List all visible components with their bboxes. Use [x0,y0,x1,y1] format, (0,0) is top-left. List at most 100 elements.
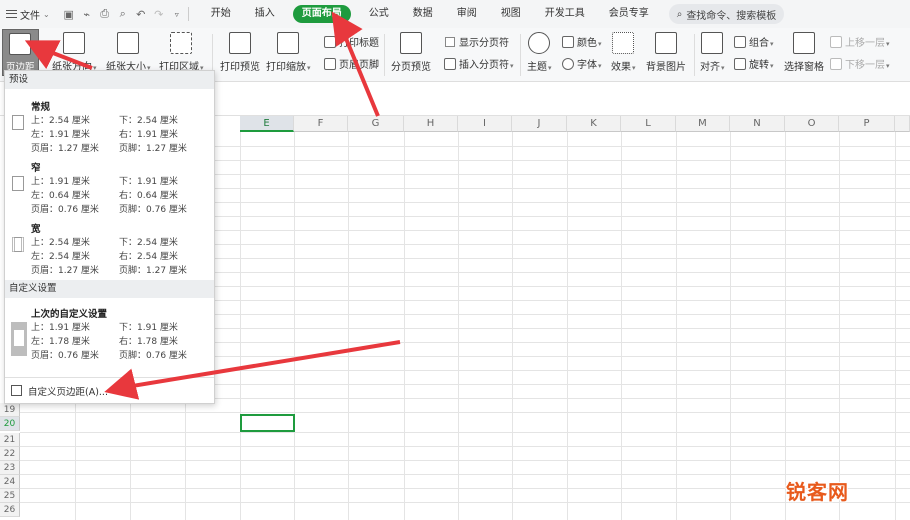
send-backward-button[interactable]: 下移一层 [830,56,890,71]
column-header-i[interactable]: I [458,116,512,132]
margin-left-value: 左：2.54 厘米 [31,252,90,262]
gridline [404,132,405,520]
ribbon-divider [384,34,385,76]
column-header-o[interactable]: O [785,116,839,132]
margin-footer-value: 页脚：0.76 厘米 [119,205,187,215]
row-header-24[interactable]: 24 [0,475,20,489]
send-backward-label: 下移一层 [845,56,890,71]
column-header-l[interactable]: L [621,116,676,132]
margin-right-value: 右：1.78 厘米 [119,337,178,347]
active-cell[interactable] [240,414,295,432]
insert-page-break-button[interactable]: 插入分页符 [444,56,514,71]
selection-pane-label: 选择窗格 [784,62,824,73]
custom-setting-name: 上次的自定义设置 [31,309,108,320]
align-button[interactable]: 对齐 [700,32,725,73]
row-header-26[interactable]: 26 [0,503,20,517]
search-icon: ⌕ [676,8,683,20]
row-header-21[interactable]: 21 [0,433,20,447]
header-footer-label: 页眉页脚 [339,60,379,71]
column-header-extra[interactable] [895,116,910,132]
row-header-23[interactable]: 23 [0,461,20,475]
print-icon[interactable]: ⎙ [98,7,112,21]
last-custom-setting[interactable]: 上次的自定义设置 上：1.91 厘米 下：1.91 厘米 左：1.78 厘米 右… [5,306,214,364]
column-header-k[interactable]: K [567,116,621,132]
tab-view[interactable]: 视图 [489,0,533,28]
preset-normal[interactable]: 常规 上：2.54 厘米 下：2.54 厘米 左：1.91 厘米 右：1.91 … [5,97,214,154]
print-scale-icon [277,32,300,54]
gridline [20,412,910,413]
fonts-button[interactable]: 字体 [562,56,602,71]
format-painter-icon[interactable]: ⌁ [80,8,94,21]
margin-footer-value: 页脚：0.76 厘米 [119,351,187,361]
page-break-preview-button[interactable]: 分页预览 [391,32,431,73]
effects-label: 效果 [611,58,636,73]
row-header-19[interactable]: 19 [0,403,20,417]
print-area-button[interactable]: 打印区域 [159,32,204,73]
bring-forward-button[interactable]: 上移一层 [830,34,890,49]
tab-insert[interactable]: 插入 [243,0,287,28]
orientation-button[interactable]: 纸张方向 [52,32,97,73]
column-header-f[interactable]: F [294,116,348,132]
tab-data[interactable]: 数据 [401,0,445,28]
tab-page-layout[interactable]: 页面布局 [292,5,351,23]
show-page-breaks-checkbox[interactable]: 显示分页符 [445,34,509,49]
custom-margins-menu-item[interactable]: 自定义页边距(A)... [5,377,214,403]
tab-formulas[interactable]: 公式 [357,0,401,28]
margin-right-value: 右：1.91 厘米 [119,130,178,140]
print-preview-icon[interactable]: ⌕ [116,7,130,21]
column-header-n[interactable]: N [730,116,785,132]
background-image-button[interactable]: 背景图片 [646,32,686,73]
rotate-label: 旋转 [749,56,774,71]
customize-toolbar-icon[interactable]: ▿ [170,10,184,19]
gridline [20,446,910,447]
paper-size-button[interactable]: 纸张大小 [106,32,151,73]
row-header-22[interactable]: 22 [0,447,20,461]
rotate-button[interactable]: 旋转 [734,56,774,71]
save-icon[interactable]: ▣ [62,8,76,21]
preset-wide[interactable]: 宽 上：2.54 厘米 下：2.54 厘米 左：2.54 厘米 右：2.54 厘… [5,219,214,276]
tab-review[interactable]: 审阅 [445,0,489,28]
print-titles-button[interactable]: 打印标题 [324,34,379,49]
column-header-m[interactable]: M [676,116,730,132]
row-header-20[interactable]: 20 [0,417,20,431]
search-placeholder: 查找命令、搜索模板 [686,10,777,22]
column-header-p[interactable]: P [839,116,895,132]
margin-right-value: 右：2.54 厘米 [119,252,178,262]
column-header-e[interactable]: E [240,116,294,132]
tab-developer[interactable]: 开发工具 [533,0,597,28]
margin-header-value: 页眉：1.27 厘米 [31,144,99,154]
tab-member[interactable]: 会员专享 [597,0,661,28]
gridline [294,132,295,520]
orientation-icon [63,32,86,54]
preset-narrow[interactable]: 窄 上：1.91 厘米 下：1.91 厘米 左：0.64 厘米 右：0.64 厘… [5,158,214,215]
preset-name: 常规 [31,102,51,113]
file-menu-button[interactable]: 文件 ⌄ [0,0,56,28]
group-button[interactable]: 组合 [734,34,774,49]
custom-section-header: 自定义设置 [5,280,214,298]
margins-button[interactable]: 页边距 [2,29,39,76]
print-scale-label: 打印缩放 [266,58,311,73]
margin-header-value: 页眉：0.76 厘米 [31,205,99,215]
print-scale-button[interactable]: 打印缩放 [266,32,311,73]
row-header-25[interactable]: 25 [0,489,20,503]
effects-button[interactable]: 效果 [611,32,636,73]
show-page-breaks-label: 显示分页符 [459,38,509,49]
search-box[interactable]: ⌕ 查找命令、搜索模板 [668,4,785,24]
tab-home[interactable]: 开始 [199,0,243,28]
column-header-h[interactable]: H [404,116,458,132]
gridline [512,132,513,520]
bring-forward-icon [830,35,842,48]
print-preview-button[interactable]: 打印预览 [220,32,260,73]
selection-pane-button[interactable]: 选择窗格 [784,32,824,73]
column-header-j[interactable]: J [512,116,567,132]
themes-button[interactable]: 主题 [527,32,552,73]
align-icon [701,32,724,54]
redo-icon[interactable]: ↷ [152,8,166,21]
header-footer-button[interactable]: 页眉页脚 [324,56,379,71]
colors-button[interactable]: 颜色 [562,34,602,49]
column-header-g[interactable]: G [348,116,404,132]
margin-top-value: 上：1.91 厘米 [31,177,90,187]
margin-header-value: 页眉：0.76 厘米 [31,351,99,361]
page-preview-icon [12,176,24,191]
undo-icon[interactable]: ↶ [134,8,148,21]
